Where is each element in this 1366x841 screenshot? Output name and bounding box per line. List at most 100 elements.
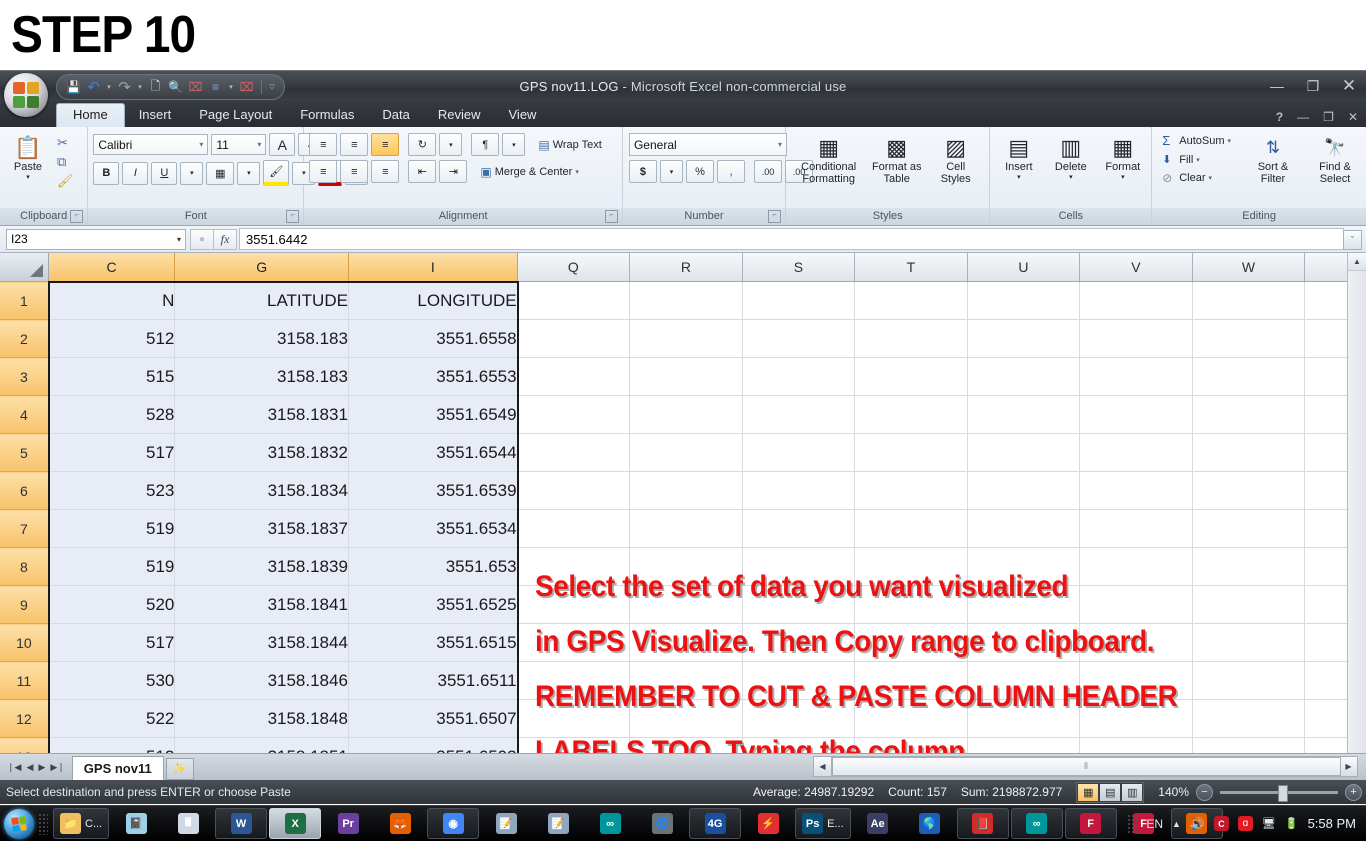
clear-dropdown-icon[interactable]: ▾ bbox=[1209, 174, 1213, 182]
column-header-u[interactable]: U bbox=[967, 253, 1080, 282]
cell-S7[interactable] bbox=[742, 510, 855, 548]
print-preview-icon[interactable]: 🔍 bbox=[167, 79, 184, 96]
cell-V6[interactable] bbox=[1080, 472, 1193, 510]
scroll-up-button[interactable]: ▲ bbox=[1348, 253, 1366, 271]
cell-C12[interactable]: 522 bbox=[48, 700, 175, 738]
cell-Q3[interactable] bbox=[517, 358, 630, 396]
cell-I1[interactable]: LONGITUDE bbox=[348, 282, 517, 320]
clear-button[interactable]: ⊘ Clear ▾ bbox=[1162, 171, 1231, 185]
cell-T7[interactable] bbox=[855, 510, 968, 548]
language-indicator[interactable]: EN bbox=[1146, 817, 1163, 831]
vertical-scrollbar[interactable]: ▲ bbox=[1347, 253, 1366, 753]
expand-formula-bar-button[interactable]: ˇ bbox=[1343, 230, 1362, 250]
cell-I9[interactable]: 3551.6525 bbox=[348, 586, 517, 624]
alignment-dialog-launcher[interactable]: ⌐ bbox=[605, 210, 618, 223]
font-size-caret-icon[interactable]: ▾ bbox=[257, 140, 261, 149]
copy-icon[interactable]: ⧉ bbox=[57, 154, 74, 170]
cell-I12[interactable]: 3551.6507 bbox=[348, 700, 517, 738]
taskbar-item-photoshop[interactable]: PsE... bbox=[795, 808, 851, 839]
align-center-button[interactable]: ≡ bbox=[340, 160, 368, 183]
horizontal-scrollbar[interactable]: ◀ ⦀ ▶ bbox=[813, 757, 1358, 776]
cell-I11[interactable]: 3551.6511 bbox=[348, 662, 517, 700]
taskbar-item-app-a[interactable]: 📝 bbox=[533, 809, 583, 838]
cell-C6[interactable]: 523 bbox=[48, 472, 175, 510]
undo-dropdown-icon[interactable]: ▾ bbox=[105, 83, 113, 91]
zoom-slider[interactable] bbox=[1220, 791, 1338, 794]
column-header-c[interactable]: C bbox=[48, 253, 175, 282]
taskbar-item-chrome[interactable]: ◉ bbox=[427, 808, 479, 839]
view-normal-button[interactable]: ▦ bbox=[1078, 784, 1098, 801]
cell-V7[interactable] bbox=[1080, 510, 1193, 548]
zoom-slider-knob[interactable] bbox=[1278, 785, 1288, 802]
number-format-caret-icon[interactable]: ▾ bbox=[778, 140, 782, 149]
battery-icon[interactable]: 🔋 bbox=[1285, 817, 1299, 830]
clear-icon[interactable]: ⌧ bbox=[238, 79, 255, 96]
cell-C10[interactable]: 517 bbox=[48, 624, 175, 662]
avira-icon[interactable]: ɑ bbox=[1238, 816, 1253, 831]
cell-G13[interactable]: 3158.1851 bbox=[175, 738, 349, 754]
cell-V1[interactable] bbox=[1080, 282, 1193, 320]
cell-G2[interactable]: 3158.183 bbox=[175, 320, 349, 358]
sort-filter-button[interactable]: ⇅ Sort & Filter bbox=[1247, 133, 1299, 185]
delete-cells-dropdown-icon[interactable]: ▾ bbox=[1069, 173, 1073, 181]
cell-G4[interactable]: 3158.1831 bbox=[175, 396, 349, 434]
redo-dropdown-icon[interactable]: ▾ bbox=[136, 83, 144, 91]
cell-V2[interactable] bbox=[1080, 320, 1193, 358]
clipboard-dialog-launcher[interactable]: ⌐ bbox=[70, 210, 83, 223]
office-button[interactable] bbox=[4, 73, 48, 117]
cell-G11[interactable]: 3158.1846 bbox=[175, 662, 349, 700]
insert-dropdown-icon[interactable]: ▾ bbox=[227, 83, 235, 91]
zoom-out-button[interactable]: − bbox=[1196, 784, 1213, 801]
cell-C2[interactable]: 512 bbox=[48, 320, 175, 358]
cell-Q5[interactable] bbox=[517, 434, 630, 472]
tab-insert[interactable]: Insert bbox=[125, 103, 186, 127]
cell-T1[interactable] bbox=[855, 282, 968, 320]
cell-C1[interactable]: N bbox=[48, 282, 175, 320]
taskbar-item-premiere[interactable]: Pr bbox=[323, 809, 373, 838]
taskbar-item-arduino-2[interactable]: ∞ bbox=[1011, 808, 1063, 839]
cell-W6[interactable] bbox=[1192, 472, 1305, 510]
cell-styles-button[interactable]: ▨ Cell Styles bbox=[932, 133, 980, 185]
row-header-7[interactable]: 7 bbox=[0, 510, 48, 548]
row-header-6[interactable]: 6 bbox=[0, 472, 48, 510]
cell-R3[interactable] bbox=[630, 358, 743, 396]
cell-G3[interactable]: 3158.183 bbox=[175, 358, 349, 396]
bold-button[interactable]: B bbox=[93, 162, 119, 185]
cell-G5[interactable]: 3158.1832 bbox=[175, 434, 349, 472]
cell-S3[interactable] bbox=[742, 358, 855, 396]
grow-font-button[interactable]: A bbox=[269, 133, 295, 156]
tab-formulas[interactable]: Formulas bbox=[286, 103, 368, 127]
ribbon-close-button[interactable]: ✕ bbox=[1348, 110, 1358, 124]
tab-view[interactable]: View bbox=[495, 103, 551, 127]
cell-C13[interactable]: 512 bbox=[48, 738, 175, 754]
cell-S4[interactable] bbox=[742, 396, 855, 434]
taskbar-item-word[interactable]: W bbox=[215, 808, 267, 839]
tab-review[interactable]: Review bbox=[424, 103, 495, 127]
align-left-button[interactable]: ≡ bbox=[309, 160, 337, 183]
comma-format-button[interactable]: , bbox=[717, 160, 745, 183]
formula-input[interactable]: 3551.6442 bbox=[239, 228, 1344, 250]
column-header-r[interactable]: R bbox=[630, 253, 743, 282]
wrap-text-button[interactable]: ▤ Wrap Text bbox=[538, 138, 601, 152]
cell-S1[interactable] bbox=[742, 282, 855, 320]
taskbar-item-pdf[interactable]: 📕 bbox=[957, 808, 1009, 839]
merge-center-dropdown-icon[interactable]: ▾ bbox=[575, 168, 579, 176]
row-header-4[interactable]: 4 bbox=[0, 396, 48, 434]
accounting-dropdown-icon[interactable]: ▾ bbox=[660, 160, 683, 183]
font-name-input[interactable]: Calibri ▾ bbox=[93, 134, 208, 155]
column-header-q[interactable]: Q bbox=[517, 253, 630, 282]
cell-R1[interactable] bbox=[630, 282, 743, 320]
cell-Q7[interactable] bbox=[517, 510, 630, 548]
tab-data[interactable]: Data bbox=[368, 103, 423, 127]
insert-cells-button[interactable]: ▤ Insert ▾ bbox=[996, 133, 1042, 181]
text-direction-dropdown-icon[interactable]: ▾ bbox=[502, 133, 525, 156]
cell-U7[interactable] bbox=[967, 510, 1080, 548]
taskbar-item-folder[interactable]: 📁C... bbox=[53, 808, 109, 839]
autosum-dropdown-icon[interactable]: ▾ bbox=[1227, 137, 1231, 145]
cell-Q6[interactable] bbox=[517, 472, 630, 510]
cell-G8[interactable]: 3158.1839 bbox=[175, 548, 349, 586]
cell-U6[interactable] bbox=[967, 472, 1080, 510]
taskbar-item-google-earth[interactable]: 🌎 bbox=[905, 809, 955, 838]
tab-page-layout[interactable]: Page Layout bbox=[185, 103, 286, 127]
delete-cells-button[interactable]: ▥ Delete ▾ bbox=[1048, 133, 1094, 181]
